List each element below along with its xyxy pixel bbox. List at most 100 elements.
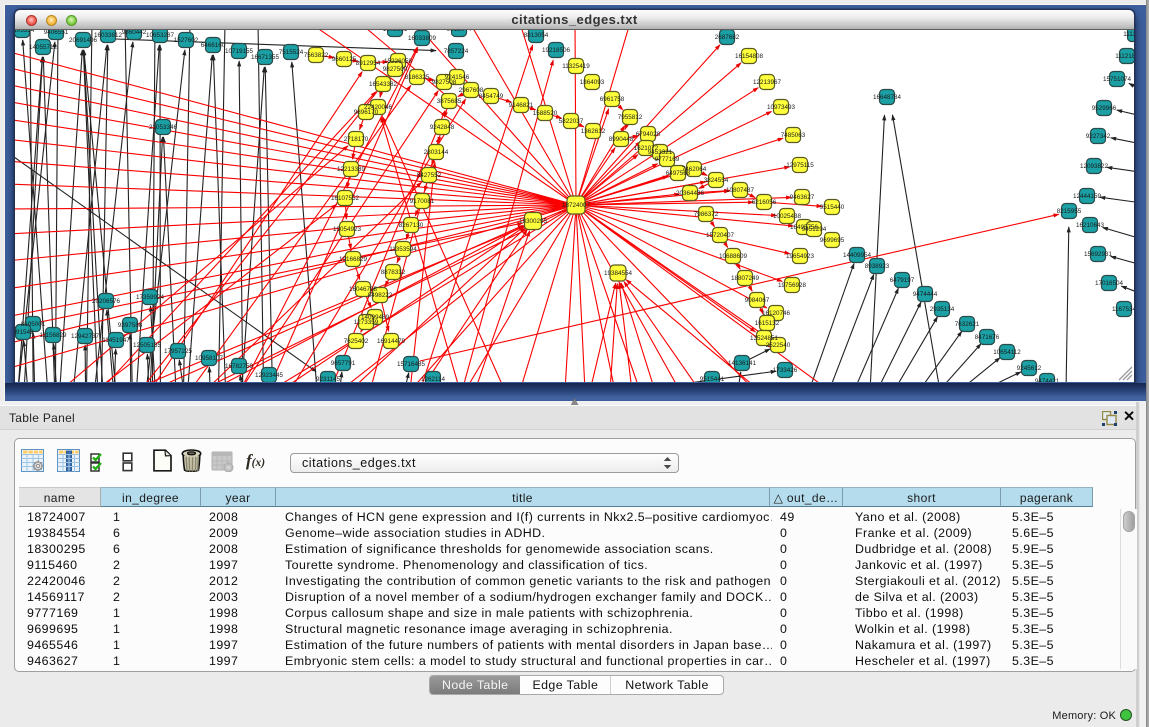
svg-text:16120746: 16120746 — [762, 310, 791, 317]
svg-text:16782759: 16782759 — [225, 363, 254, 370]
svg-text:18724007: 18724007 — [562, 202, 591, 209]
svg-text:9406551: 9406551 — [44, 30, 69, 36]
svg-text:10958107: 10958107 — [195, 355, 224, 362]
svg-text:1112184: 1112184 — [1115, 53, 1134, 60]
svg-text:9515440: 9515440 — [820, 204, 845, 211]
svg-text:16107552: 16107552 — [331, 195, 360, 202]
svg-text:8267130: 8267130 — [399, 222, 424, 229]
svg-text:11353594: 11353594 — [389, 246, 417, 253]
svg-text:9827500: 9827500 — [383, 66, 408, 73]
svg-text:15720407: 15720407 — [706, 232, 735, 239]
svg-text:9474421: 9474421 — [1035, 378, 1060, 382]
svg-text:8813054: 8813054 — [524, 32, 549, 39]
svg-text:6961758: 6961758 — [600, 96, 625, 103]
svg-text:15226058: 15226058 — [384, 58, 413, 65]
svg-text:16033809: 16033809 — [408, 35, 437, 42]
svg-text:1864093: 1864093 — [580, 79, 605, 86]
svg-text:9777169: 9777169 — [655, 156, 680, 163]
svg-text:3824554: 3824554 — [704, 177, 729, 184]
svg-text:12213389: 12213389 — [337, 166, 366, 173]
svg-text:11451947: 11451947 — [102, 337, 130, 344]
svg-text:13524851: 13524851 — [750, 335, 779, 342]
svg-text:16914479: 16914479 — [377, 338, 406, 345]
svg-text:15716485: 15716485 — [397, 361, 426, 368]
svg-text:8454749: 8454749 — [479, 93, 504, 100]
svg-text:12213967: 12213967 — [753, 79, 782, 86]
svg-text:9242848: 9242848 — [430, 124, 455, 131]
svg-text:19654923: 19654923 — [786, 253, 815, 260]
svg-text:9227342: 9227342 — [1086, 133, 1111, 140]
svg-text:16154808: 16154808 — [735, 53, 764, 60]
svg-text:12923445: 12923445 — [255, 372, 284, 379]
svg-text:8186325: 8186325 — [405, 74, 430, 81]
svg-text:391549: 391549 — [15, 329, 34, 336]
svg-text:5822037: 5822037 — [559, 118, 584, 125]
svg-text:7632621: 7632621 — [955, 321, 980, 328]
svg-text:11156829: 11156829 — [39, 332, 67, 339]
svg-text:16648784: 16648784 — [873, 94, 902, 101]
svg-text:19054923: 19054923 — [333, 226, 362, 233]
svg-text:9612044: 9612044 — [447, 30, 472, 33]
svg-text:8990448: 8990448 — [609, 136, 634, 143]
svg-text:14409954: 14409954 — [843, 252, 872, 259]
svg-text:9657791: 9657791 — [331, 360, 356, 367]
svg-text:10654112: 10654112 — [993, 349, 1021, 356]
svg-text:19218506: 19218506 — [542, 47, 571, 54]
svg-text:1615132: 1615132 — [755, 320, 780, 327]
svg-text:16210643: 16210643 — [1076, 222, 1105, 229]
svg-text:10807487: 10807487 — [726, 187, 755, 194]
svg-text:2935134: 2935134 — [930, 306, 955, 313]
svg-text:9453321: 9453321 — [648, 149, 673, 156]
svg-text:9474444: 9474444 — [913, 291, 938, 298]
svg-text:19756928: 19756928 — [778, 282, 807, 289]
svg-text:1167534: 1167534 — [1112, 306, 1134, 313]
svg-text:8938923: 8938923 — [865, 263, 890, 270]
svg-text:10688609: 10688609 — [719, 253, 748, 260]
svg-text:8878332: 8878332 — [381, 269, 406, 276]
svg-text:9463627: 9463627 — [790, 194, 815, 201]
svg-text:16033812: 16033812 — [94, 32, 123, 39]
svg-text:9896170: 9896170 — [354, 109, 379, 116]
svg-text:12942737: 12942737 — [71, 333, 100, 340]
svg-text:1733426: 1733426 — [773, 367, 798, 374]
svg-text:3875685: 3875685 — [437, 98, 462, 105]
svg-text:16671355: 16671355 — [251, 54, 280, 61]
svg-text:8215955: 8215955 — [1057, 208, 1082, 215]
svg-text:8498222: 8498222 — [368, 292, 393, 299]
svg-text:17957225: 17957225 — [164, 348, 193, 355]
svg-text:10973493: 10973493 — [767, 104, 796, 111]
svg-text:14055712: 14055712 — [29, 44, 58, 51]
svg-text:1588520: 1588520 — [533, 110, 558, 117]
svg-text:1262114: 1262114 — [421, 376, 446, 382]
svg-text:10025438: 10025438 — [773, 213, 802, 220]
svg-text:7515524: 7515524 — [279, 49, 304, 56]
svg-text:19166829: 19166829 — [339, 256, 368, 263]
svg-text:9515441: 9515441 — [700, 376, 725, 382]
svg-text:7857224: 7857224 — [444, 48, 469, 55]
svg-text:19384554: 19384554 — [604, 270, 633, 277]
svg-text:10653287: 10653287 — [146, 32, 175, 39]
svg-text:1112043: 1112043 — [1123, 31, 1134, 38]
svg-text:11325419: 11325419 — [562, 63, 590, 70]
svg-text:1273359: 1273359 — [354, 319, 379, 326]
svg-text:1603381: 1603381 — [383, 30, 408, 33]
svg-text:8912954: 8912954 — [356, 60, 381, 67]
svg-text:18807249: 18807249 — [731, 275, 760, 282]
svg-text:6497568: 6497568 — [666, 170, 691, 177]
svg-text:2687682: 2687682 — [715, 34, 740, 41]
svg-text:18300295: 18300295 — [519, 218, 548, 225]
svg-text:20364436: 20364436 — [676, 190, 705, 197]
svg-text:2718170: 2718170 — [344, 136, 369, 143]
svg-text:6479197: 6479197 — [890, 277, 915, 284]
svg-text:17016504: 17016504 — [1095, 280, 1124, 287]
svg-text:2803144: 2803144 — [424, 149, 449, 156]
svg-text:1362612: 1362612 — [581, 128, 606, 135]
svg-text:9146821: 9146821 — [509, 102, 534, 109]
svg-text:20206576: 20206576 — [92, 298, 121, 305]
svg-text:7485063: 7485063 — [781, 132, 806, 139]
svg-text:8105001: 8105001 — [21, 321, 46, 328]
svg-text:14136141: 14136141 — [728, 360, 757, 367]
svg-text:21053346: 21053346 — [149, 124, 178, 131]
svg-text:2105334: 2105334 — [15, 30, 35, 34]
svg-text:9231145: 9231145 — [316, 376, 341, 382]
